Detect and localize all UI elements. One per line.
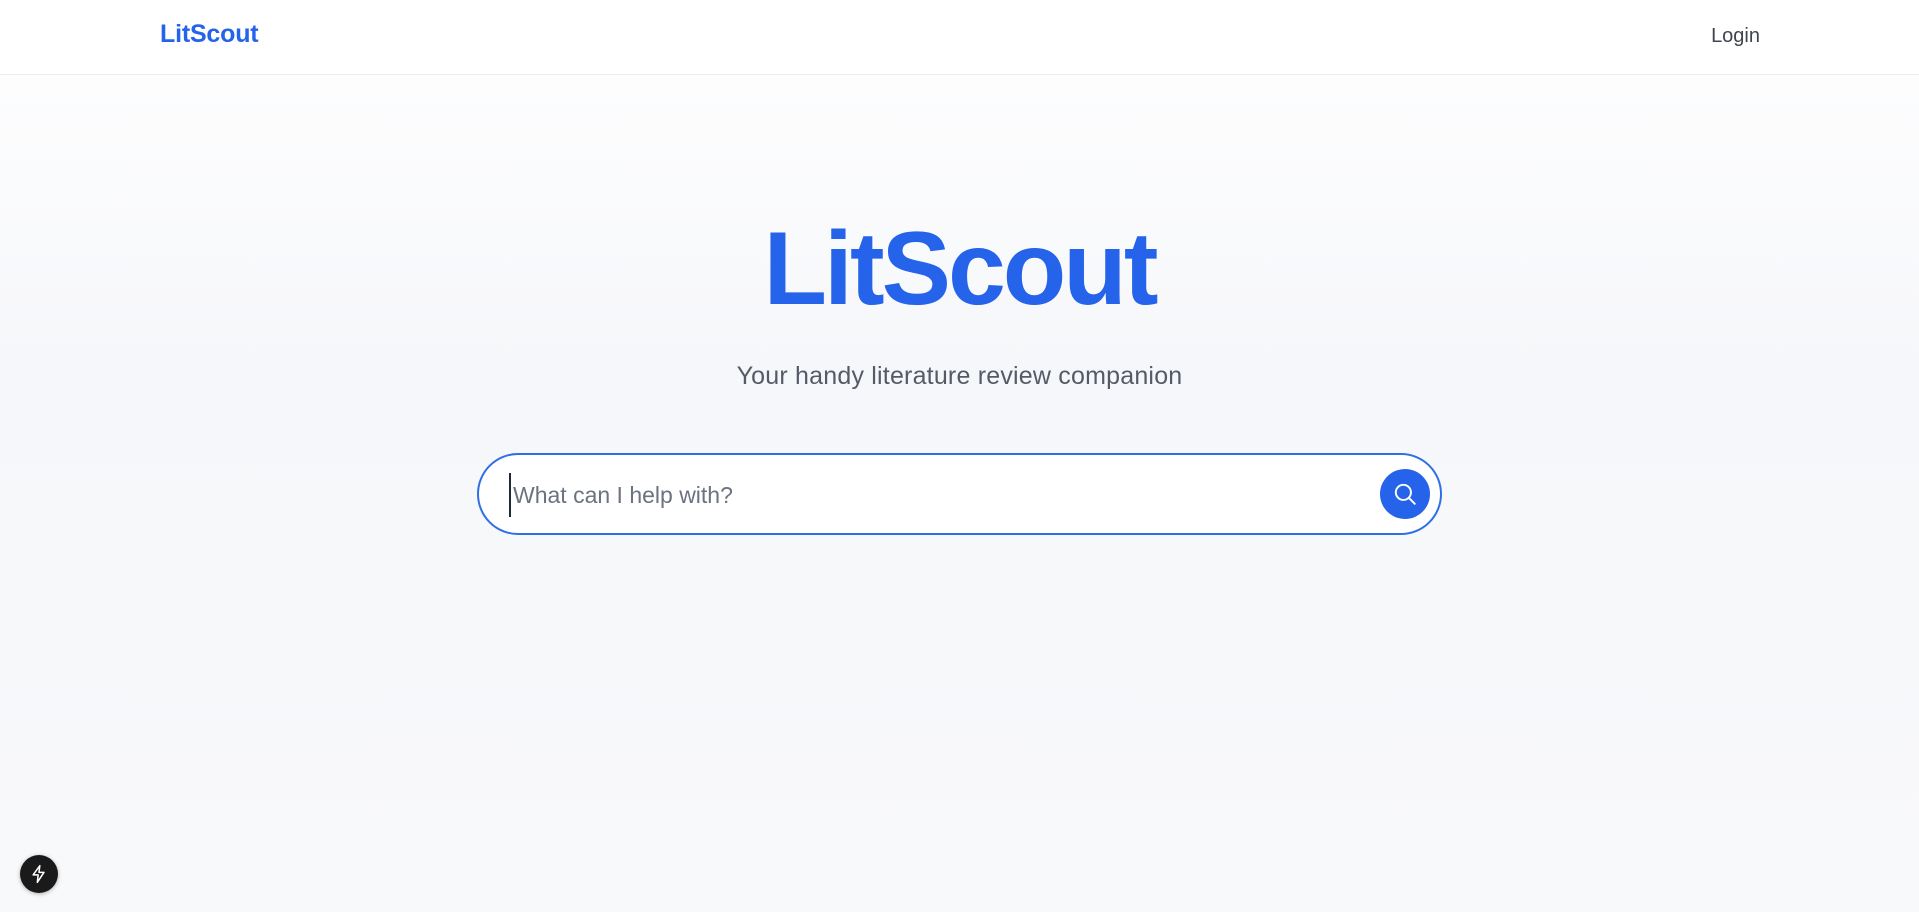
brand-logo-link[interactable]: LitScout bbox=[160, 20, 259, 49]
lightning-icon bbox=[32, 864, 45, 884]
search-input[interactable] bbox=[509, 473, 1335, 517]
search-button[interactable] bbox=[1380, 469, 1430, 519]
top-navbar: LitScout Login bbox=[0, 0, 1919, 75]
search-bar bbox=[477, 453, 1442, 535]
hero-subtitle: Your handy literature review companion bbox=[736, 362, 1183, 390]
login-link[interactable]: Login bbox=[1711, 25, 1760, 48]
search-icon bbox=[1394, 483, 1416, 505]
hero-title: LitScout bbox=[763, 211, 1159, 327]
dev-tools-button[interactable] bbox=[20, 855, 58, 893]
